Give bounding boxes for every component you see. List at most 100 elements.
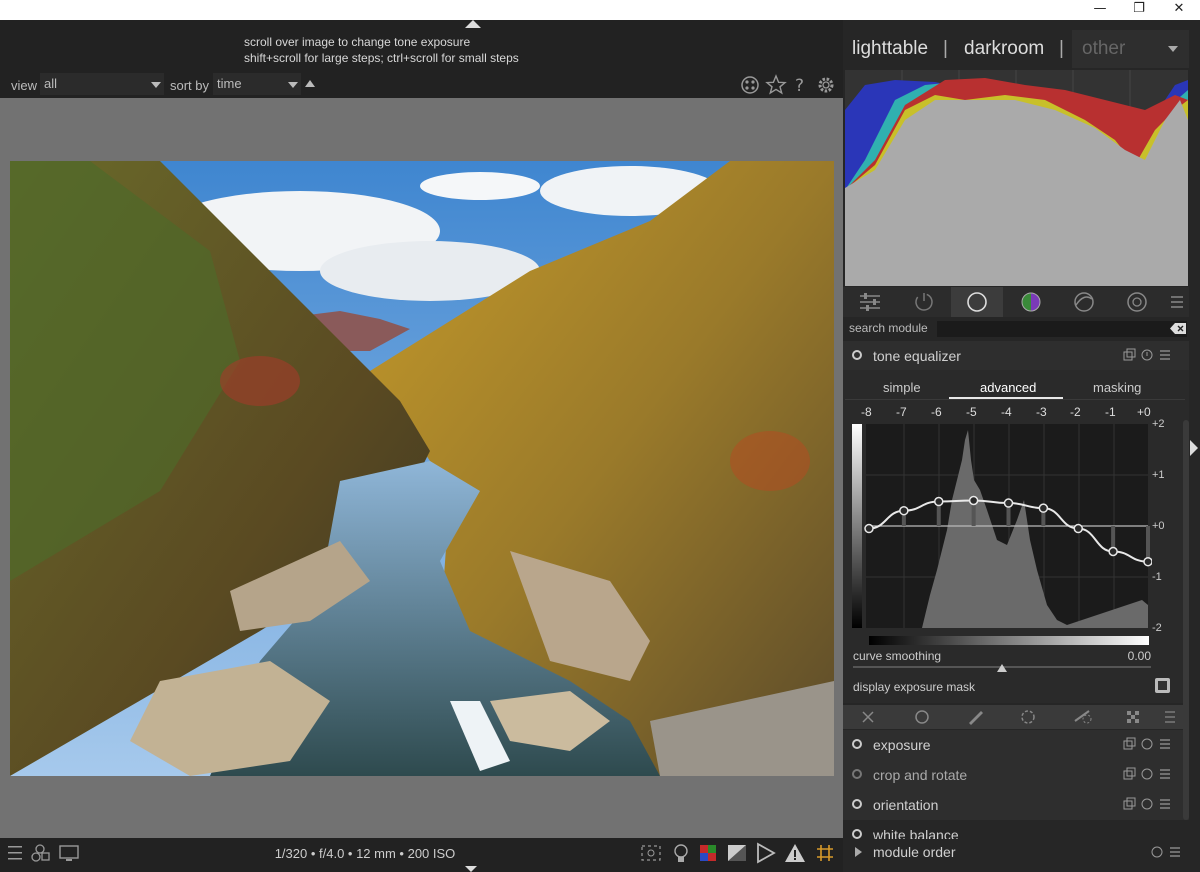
guides-icon[interactable] xyxy=(817,845,833,861)
white-balance-power-icon[interactable] xyxy=(852,829,862,839)
minimize-button[interactable]: — xyxy=(1083,0,1117,20)
tab-advanced[interactable]: advanced xyxy=(980,380,1036,395)
reset-icon[interactable] xyxy=(1141,768,1153,780)
parametric-mask-icon[interactable] xyxy=(1021,710,1035,724)
collapse-right-panel-icon[interactable] xyxy=(1190,440,1198,456)
ev-label: -4 xyxy=(1001,405,1012,419)
presets-icon[interactable] xyxy=(1160,769,1170,779)
module-white-balance[interactable]: white balance xyxy=(843,820,1189,839)
luminance-gradient-horizontal xyxy=(869,636,1149,645)
histogram[interactable] xyxy=(845,70,1188,286)
collapse-bottom-panel-icon[interactable] xyxy=(465,866,477,872)
sort-order-icon[interactable] xyxy=(305,80,315,87)
module-crop-label: crop and rotate xyxy=(873,767,968,783)
correct-group-icon[interactable] xyxy=(1074,292,1094,312)
curve-node[interactable] xyxy=(1108,546,1118,557)
curve-node[interactable] xyxy=(1003,498,1014,508)
uniform-blend-icon[interactable] xyxy=(915,710,929,724)
star-icon[interactable] xyxy=(765,74,787,95)
base-group-icon[interactable] xyxy=(967,292,987,312)
landscape-photo[interactable] xyxy=(10,161,834,776)
module-group-icons xyxy=(860,292,1183,313)
curve-node[interactable] xyxy=(934,496,944,507)
reset-icon[interactable] xyxy=(1141,798,1153,810)
exposure-header-icons xyxy=(1123,737,1170,750)
tone-equalizer-header-icons xyxy=(1123,348,1170,361)
tone-equalizer-title: tone equalizer xyxy=(873,348,961,364)
softproof-icon[interactable] xyxy=(728,845,746,861)
blend-presets-icon[interactable] xyxy=(1165,711,1175,723)
crop-power-icon[interactable] xyxy=(852,769,862,779)
band-bar xyxy=(1146,526,1150,562)
collapse-top-panel-icon[interactable] xyxy=(465,20,481,28)
ev-label: -5 xyxy=(966,405,977,419)
hint-line-1: scroll over image to change tone exposur… xyxy=(244,35,471,49)
drawn-parametric-icon[interactable] xyxy=(1074,710,1092,724)
display-exposure-mask-label: display exposure mask xyxy=(853,680,976,694)
grouping-icon[interactable] xyxy=(741,76,759,94)
reset-icon[interactable] xyxy=(1151,846,1163,858)
toolbar-icons: ? xyxy=(741,74,834,96)
ev-correction-label: -1 xyxy=(1152,571,1162,583)
clear-search-icon[interactable] xyxy=(1170,322,1186,335)
display-mask-toggle[interactable] xyxy=(1155,678,1170,693)
focus-peaking-icon[interactable] xyxy=(641,845,661,861)
tone-equalizer-power-icon[interactable] xyxy=(852,350,862,360)
curve-node[interactable] xyxy=(1073,523,1083,534)
color-assessment-icon[interactable] xyxy=(700,845,716,861)
presets-icon[interactable] xyxy=(1170,847,1180,857)
view-darkroom[interactable]: darkroom xyxy=(964,38,1044,60)
curve-node[interactable] xyxy=(899,505,909,516)
reset-icon[interactable] xyxy=(1141,349,1153,361)
maximize-button[interactable]: ❐ xyxy=(1122,0,1156,20)
curve-node[interactable] xyxy=(1143,556,1152,567)
module-orientation-label: orientation xyxy=(873,797,939,813)
window-titlebar xyxy=(0,0,1200,20)
expand-arrow-icon[interactable] xyxy=(855,847,862,857)
exif-info: 1/320 • f/4.0 • 12 mm • 200 ISO xyxy=(274,846,456,861)
multi-instance-icon[interactable] xyxy=(1123,348,1136,361)
curve-node[interactable] xyxy=(864,523,874,534)
orientation-power-icon[interactable] xyxy=(852,799,862,809)
presets-menu-icon[interactable] xyxy=(1171,296,1183,308)
blend-off-icon[interactable] xyxy=(862,711,874,723)
ev-correction-label: +1 xyxy=(1152,469,1165,481)
help-icon[interactable]: ? xyxy=(795,76,804,96)
slider-handle-icon[interactable] xyxy=(997,664,1007,672)
drawn-mask-icon[interactable] xyxy=(969,711,983,725)
quick-access-icon[interactable] xyxy=(860,293,880,311)
effect-group-icon[interactable] xyxy=(1127,292,1147,312)
ev-correction-label: +2 xyxy=(1152,418,1165,430)
curve-node[interactable] xyxy=(968,495,979,506)
multi-instance-icon[interactable] xyxy=(1123,737,1136,750)
lightbulb-icon[interactable] xyxy=(674,844,688,862)
view-select[interactable]: all xyxy=(40,73,164,95)
view-other[interactable]: other xyxy=(1082,38,1125,60)
multi-instance-icon[interactable] xyxy=(1123,767,1136,780)
multi-instance-icon[interactable] xyxy=(1123,797,1136,810)
module-order-icons xyxy=(1151,846,1180,858)
exposure-power-icon[interactable] xyxy=(852,739,862,749)
module-order-label: module order xyxy=(873,844,956,860)
gear-icon[interactable] xyxy=(818,77,834,93)
tab-simple[interactable]: simple xyxy=(883,380,921,395)
other-chevron-down-icon[interactable] xyxy=(1168,46,1178,52)
raster-mask-icon[interactable] xyxy=(1127,711,1139,723)
close-button[interactable]: ✕ xyxy=(1162,0,1196,20)
right-panel-scrollbar[interactable] xyxy=(1183,420,1189,820)
gamut-check-icon[interactable] xyxy=(757,842,776,864)
view-lighttable[interactable]: lighttable xyxy=(852,38,928,60)
reset-icon[interactable] xyxy=(1141,738,1153,750)
curve-node[interactable] xyxy=(1038,503,1049,513)
ev-label: -1 xyxy=(1105,405,1116,419)
presets-icon[interactable] xyxy=(1160,799,1170,809)
presets-icon[interactable] xyxy=(1160,739,1170,749)
warning-icon[interactable] xyxy=(785,844,805,862)
tab-masking[interactable]: masking xyxy=(1093,380,1141,395)
presets-icon[interactable] xyxy=(1160,350,1170,360)
color-group-icon[interactable] xyxy=(1021,292,1041,312)
power-active-icon[interactable] xyxy=(914,292,935,313)
ev-label: -2 xyxy=(1070,405,1081,419)
search-module-input[interactable] xyxy=(937,321,1187,337)
tone-curve-graph[interactable] xyxy=(852,420,1152,632)
